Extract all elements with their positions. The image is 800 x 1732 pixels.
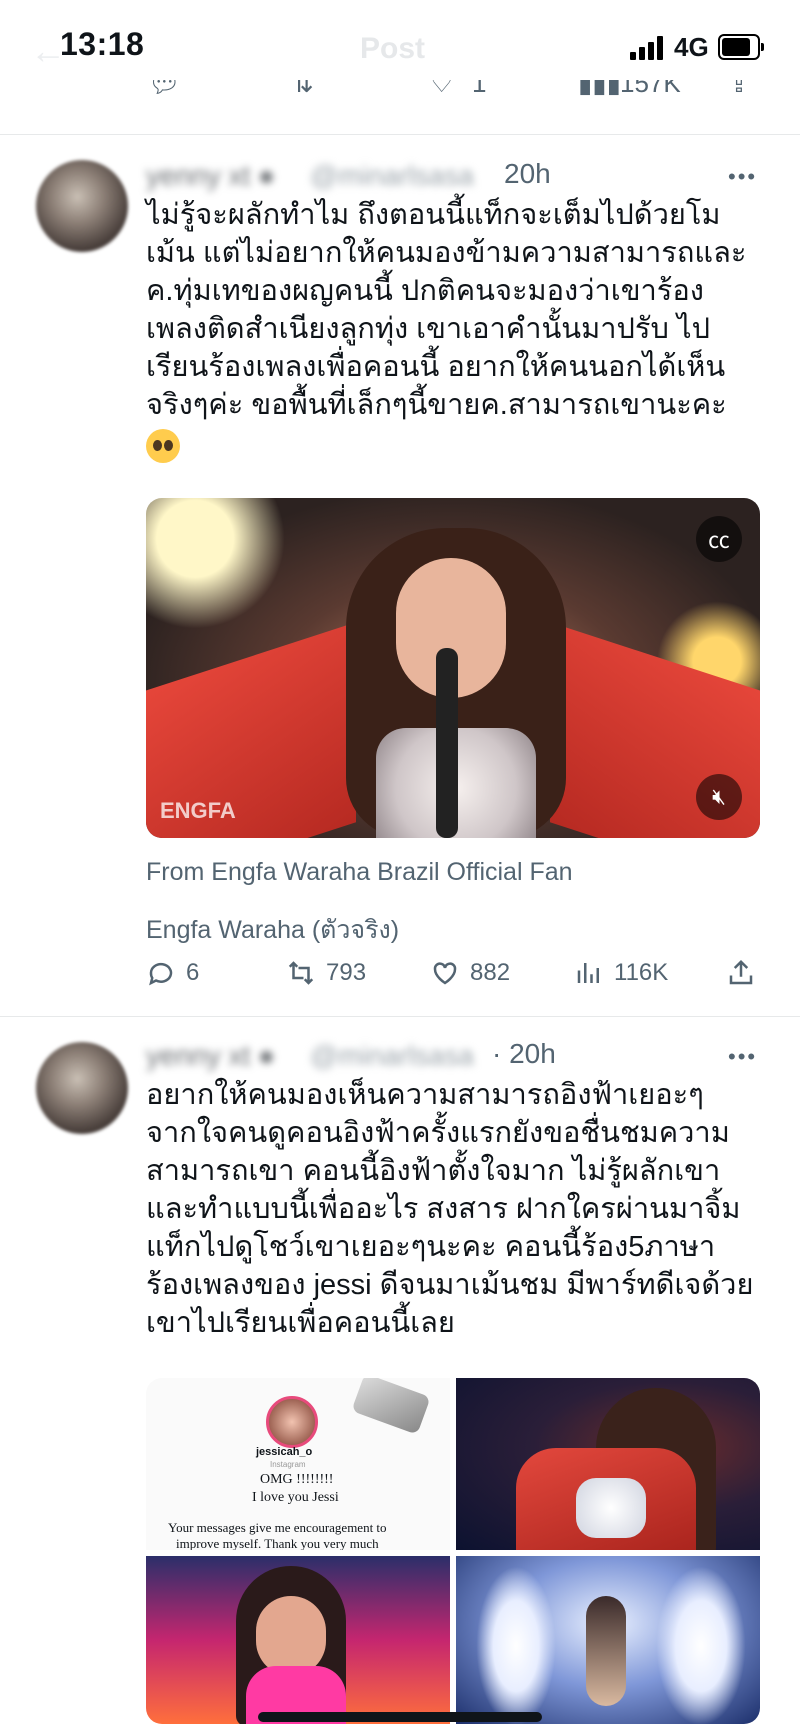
- mute-icon[interactable]: 🔇︎: [696, 774, 742, 820]
- retweet-button[interactable]: 793: [286, 958, 366, 988]
- nav-title: Post: [360, 32, 426, 65]
- author-handle-blurred[interactable]: @minarlsasa: [310, 160, 474, 192]
- battery-icon: [718, 34, 764, 60]
- instagram-avatar: [266, 1396, 318, 1448]
- signal-icon: [630, 36, 666, 60]
- retweet-icon: [288, 961, 314, 985]
- captions-icon[interactable]: ㏄: [696, 516, 742, 562]
- views-button[interactable]: 116K: [574, 958, 668, 988]
- share-icon: [729, 959, 753, 985]
- tweet-line: ร้องเพลงของ jessi ดีจนมาเม้นชม มีพาร์ทดี…: [146, 1269, 754, 1301]
- message-text: improve myself. Thank you very much: [176, 1536, 379, 1550]
- previous-actions-row: 💬︎ ⇅ ♡ 1 ▮▮▮ 157K ⇪: [0, 80, 800, 112]
- tweet-time[interactable]: · 20h: [492, 1038, 556, 1070]
- tweet-line: จากใจคนดูคอนอิงฟ้าครั้งแรกยังขอชื่นชมควา…: [146, 1117, 730, 1149]
- tweet-line: เขาไปเรียนเพื่อคอนนี้เลย: [146, 1307, 455, 1339]
- author-name-blurred[interactable]: yenny xt ●: [146, 160, 275, 192]
- image-performance-2[interactable]: [146, 1556, 450, 1724]
- image-grid: jessicah_o Instagram OMG !!!!!!!! I love…: [146, 1378, 760, 1724]
- share-icon[interactable]: ⇪: [728, 80, 750, 99]
- views-count: 116K: [614, 959, 669, 986]
- like-icon[interactable]: ♡: [430, 80, 453, 99]
- message-text: Your messages give me encouragement to: [168, 1520, 387, 1535]
- tweet-line: อยากให้คนมองเห็นความสามารถอิงฟ้าเยอะๆ: [146, 1079, 704, 1111]
- share-button[interactable]: [726, 958, 756, 988]
- author-handle-blurred[interactable]: @minarlsasa: [310, 1040, 474, 1072]
- like-count: 1: [472, 80, 487, 98]
- avatar[interactable]: [36, 160, 128, 252]
- video-watermark: ENGFA: [160, 798, 236, 823]
- image-performance-3[interactable]: [456, 1556, 760, 1724]
- network-type: 4G: [674, 32, 709, 62]
- tweet-line: ค.ทุ่มเทของผญคนนี้ ปกติคนจะมองว่าเขาร้อง: [146, 275, 704, 307]
- instagram-label: Instagram: [270, 1460, 306, 1469]
- like-button[interactable]: 882: [430, 958, 510, 988]
- views-count: 157K: [620, 80, 681, 98]
- more-options-icon[interactable]: •••: [728, 164, 757, 190]
- reply-count: 6: [186, 959, 200, 986]
- reply-icon: [149, 962, 173, 986]
- tweet-actions: 6 793 882 116K: [0, 958, 800, 998]
- author-name-blurred[interactable]: yenny xt ●: [146, 1040, 275, 1072]
- like-count: 882: [470, 959, 511, 986]
- tweet-line: และทำแบบนี้เพื่ออะไร สงสาร ฝากใครผ่านมาจ…: [146, 1193, 741, 1225]
- tweet-line: ไม่รู้จะผลักทำไม ถึงตอนนี้แท็กจะเต็มไปด้…: [146, 199, 721, 231]
- video-player[interactable]: ㏄ 🔇︎ ENGFA: [146, 498, 760, 838]
- more-options-icon[interactable]: •••: [728, 1044, 757, 1070]
- tweet-line: เรียนร้องเพลงเพื่อคอนนี้ อยากให้คนนอกได้…: [146, 351, 726, 383]
- tweet-text: ไม่รู้จะผลักทำไม ถึงตอนนี้แท็กจะเต็มไปด้…: [146, 196, 771, 464]
- tweet-line: เม้น แต่ไม่อยากให้คนมองข้ามความสามารถและ: [146, 237, 747, 269]
- message-text: OMG !!!!!!!!: [260, 1472, 334, 1487]
- divider: [0, 1016, 800, 1017]
- avatar[interactable]: [36, 1042, 128, 1134]
- message-text: I love you Jessi: [252, 1490, 339, 1505]
- tweet-line: เพลงติดสำเนียงลูกทุ่ง เขาเอาคำนั้นมาปรับ…: [146, 313, 710, 345]
- tweet-line: จริงๆค่ะ ขอพื้นที่เล็กๆนี้ขายค.สามารถเขา…: [146, 389, 727, 421]
- video-title: Engfa Waraha (ตัวจริง): [146, 916, 400, 944]
- image-instagram-screenshot[interactable]: jessicah_o Instagram OMG !!!!!!!! I love…: [146, 1378, 450, 1550]
- heart-icon: [433, 962, 457, 985]
- tweet-time[interactable]: 20h: [504, 158, 551, 190]
- instagram-handle: jessicah_o: [256, 1446, 313, 1458]
- video-source-caption[interactable]: From Engfa Waraha Brazil Official Fan: [146, 858, 573, 887]
- home-indicator: [258, 1712, 542, 1722]
- tweet-line: แท็กไปดูโชว์เขาเยอะๆนะคะ คอนนี้ร้อง5ภาษา: [146, 1231, 716, 1263]
- status-time: 13:18: [60, 26, 145, 62]
- pleading-face-emoji-icon: [146, 429, 180, 464]
- views-icon: [577, 963, 599, 983]
- tweet-text: อยากให้คนมองเห็นความสามารถอิงฟ้าเยอะๆ จา…: [146, 1076, 771, 1342]
- sticker-image: [351, 1378, 431, 1435]
- retweet-icon[interactable]: ⇅: [292, 80, 314, 99]
- reply-button[interactable]: 6: [146, 958, 199, 988]
- reply-icon[interactable]: 💬︎: [148, 80, 181, 99]
- tweet-line: สามารถเขา คอนนี้อิงฟ้าตั้งใจมาก ไม่รู้ผล…: [146, 1155, 721, 1187]
- retweet-count: 793: [326, 959, 367, 986]
- divider: [0, 134, 800, 135]
- image-performance-1[interactable]: [456, 1378, 760, 1550]
- views-icon[interactable]: ▮▮▮: [578, 80, 621, 99]
